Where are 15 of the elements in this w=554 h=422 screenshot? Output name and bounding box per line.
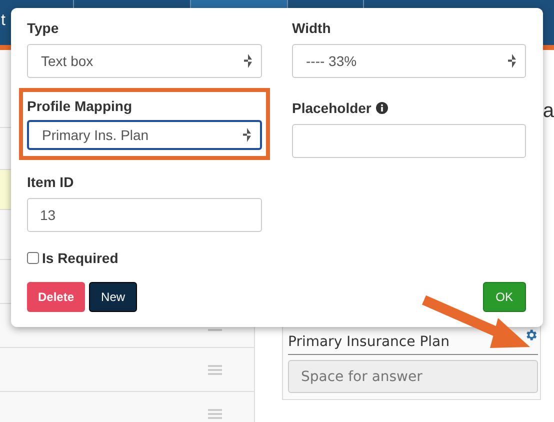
field-label: Profile Mapping: [27, 98, 133, 114]
ok-button[interactable]: OK: [482, 282, 526, 312]
field-label: Width: [292, 20, 332, 36]
profile-mapping-select[interactable]: Primary Ins. Plan: [27, 120, 262, 150]
page-heading: a: [542, 100, 554, 122]
question-title: Primary Insurance Plan: [288, 334, 450, 350]
item-id-field[interactable]: 13: [27, 198, 262, 232]
new-button[interactable]: New: [89, 282, 138, 312]
width-select[interactable]: ---- 33%: [292, 44, 526, 78]
type-select[interactable]: Text box: [27, 44, 262, 78]
delete-button[interactable]: Delete: [27, 282, 86, 312]
field-label: Item ID: [27, 174, 75, 190]
field-label: Placeholder: [292, 100, 372, 116]
field-label: Type: [27, 20, 60, 36]
checkbox-label: Is Required: [42, 250, 118, 266]
